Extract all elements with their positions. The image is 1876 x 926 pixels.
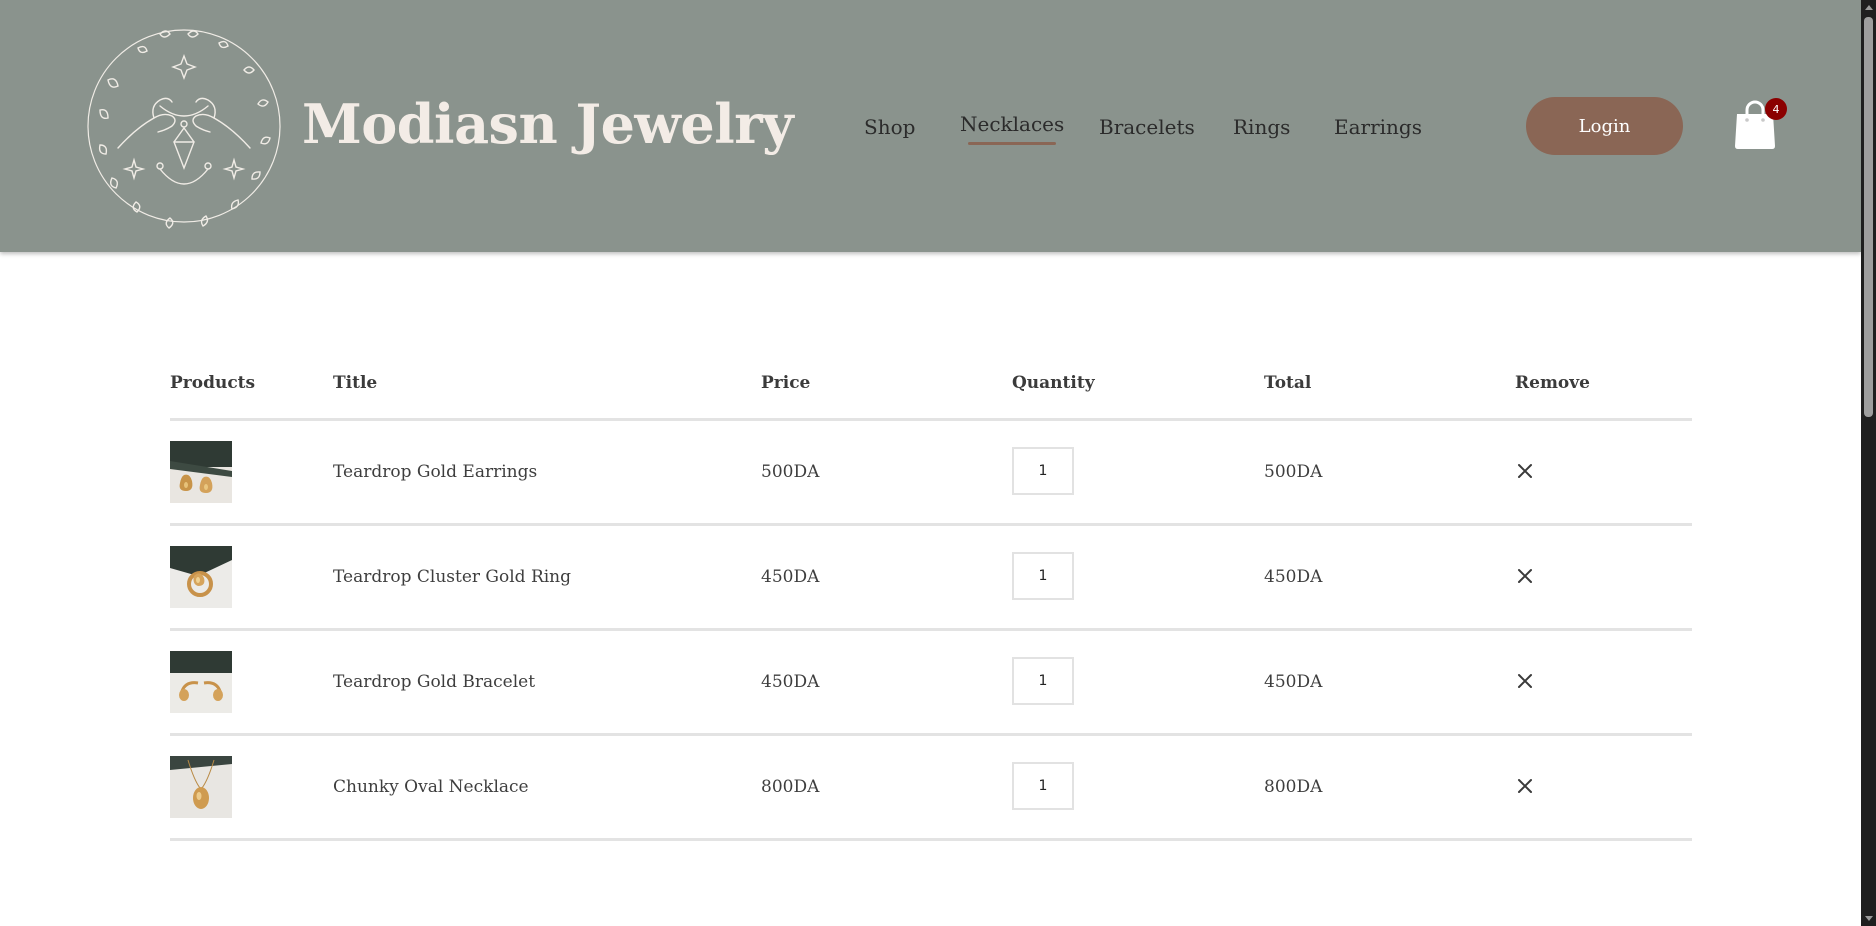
site-header: Modiasn Jewelry Shop Necklaces Bracelets…: [0, 0, 1861, 252]
ring-photo[interactable]: [170, 546, 232, 608]
product-title: Teardrop Cluster Gold Ring: [333, 567, 572, 587]
nav-earrings[interactable]: Earrings: [1334, 115, 1422, 139]
table-header: Products Title Price Quantity Total Remo…: [170, 360, 1692, 421]
page: Modiasn Jewelry Shop Necklaces Bracelets…: [0, 0, 1861, 926]
logo-emblem-icon[interactable]: [78, 20, 290, 232]
table-row: Chunky Oval Necklace 800DA 1 800DA: [170, 736, 1692, 841]
vertical-scrollbar[interactable]: [1861, 0, 1876, 926]
scroll-down-arrow-icon[interactable]: [1865, 916, 1873, 921]
brand-name[interactable]: Modiasn Jewelry: [302, 92, 794, 156]
scrollbar-thumb[interactable]: [1864, 17, 1873, 417]
login-button[interactable]: Login: [1526, 97, 1683, 155]
scroll-up-arrow-icon[interactable]: [1865, 5, 1873, 10]
necklace-photo[interactable]: [170, 756, 232, 818]
quantity-input[interactable]: 1: [1012, 447, 1074, 495]
quantity-input[interactable]: 1: [1012, 552, 1074, 600]
product-price: 450DA: [761, 567, 820, 587]
remove-icon[interactable]: [1515, 461, 1535, 481]
product-total: 450DA: [1264, 672, 1323, 692]
nav-rings[interactable]: Rings: [1233, 115, 1290, 139]
nav-shop[interactable]: Shop: [864, 115, 915, 139]
cart-table: Products Title Price Quantity Total Remo…: [170, 360, 1692, 841]
bracelet-photo[interactable]: [170, 651, 232, 713]
header-total: Total: [1264, 373, 1312, 393]
header-quantity: Quantity: [1012, 373, 1095, 393]
header-products: Products: [170, 373, 256, 393]
table-row: Teardrop Gold Bracelet 450DA 1 450DA: [170, 631, 1692, 736]
table-row: Teardrop Cluster Gold Ring 450DA 1 450DA: [170, 526, 1692, 631]
header-remove: Remove: [1515, 373, 1590, 393]
product-title: Teardrop Gold Earrings: [333, 462, 538, 482]
cart-count-badge: 4: [1765, 98, 1787, 120]
nav-bracelets[interactable]: Bracelets: [1099, 115, 1195, 139]
earrings-photo[interactable]: [170, 441, 232, 503]
remove-icon[interactable]: [1515, 566, 1535, 586]
header-price: Price: [761, 373, 811, 393]
header-title: Title: [333, 373, 378, 393]
remove-icon[interactable]: [1515, 776, 1535, 796]
product-total: 500DA: [1264, 462, 1323, 482]
product-title: Teardrop Gold Bracelet: [333, 672, 536, 692]
quantity-input[interactable]: 1: [1012, 657, 1074, 705]
product-price: 450DA: [761, 672, 820, 692]
quantity-input[interactable]: 1: [1012, 762, 1074, 810]
product-title: Chunky Oval Necklace: [333, 777, 529, 797]
remove-icon[interactable]: [1515, 671, 1535, 691]
table-row: Teardrop Gold Earrings 500DA 1 500DA: [170, 421, 1692, 526]
product-price: 800DA: [761, 777, 820, 797]
product-total: 450DA: [1264, 567, 1323, 587]
product-price: 500DA: [761, 462, 820, 482]
nav-necklaces[interactable]: Necklaces: [960, 112, 1064, 145]
product-total: 800DA: [1264, 777, 1323, 797]
cart-button[interactable]: 4: [1731, 96, 1791, 152]
